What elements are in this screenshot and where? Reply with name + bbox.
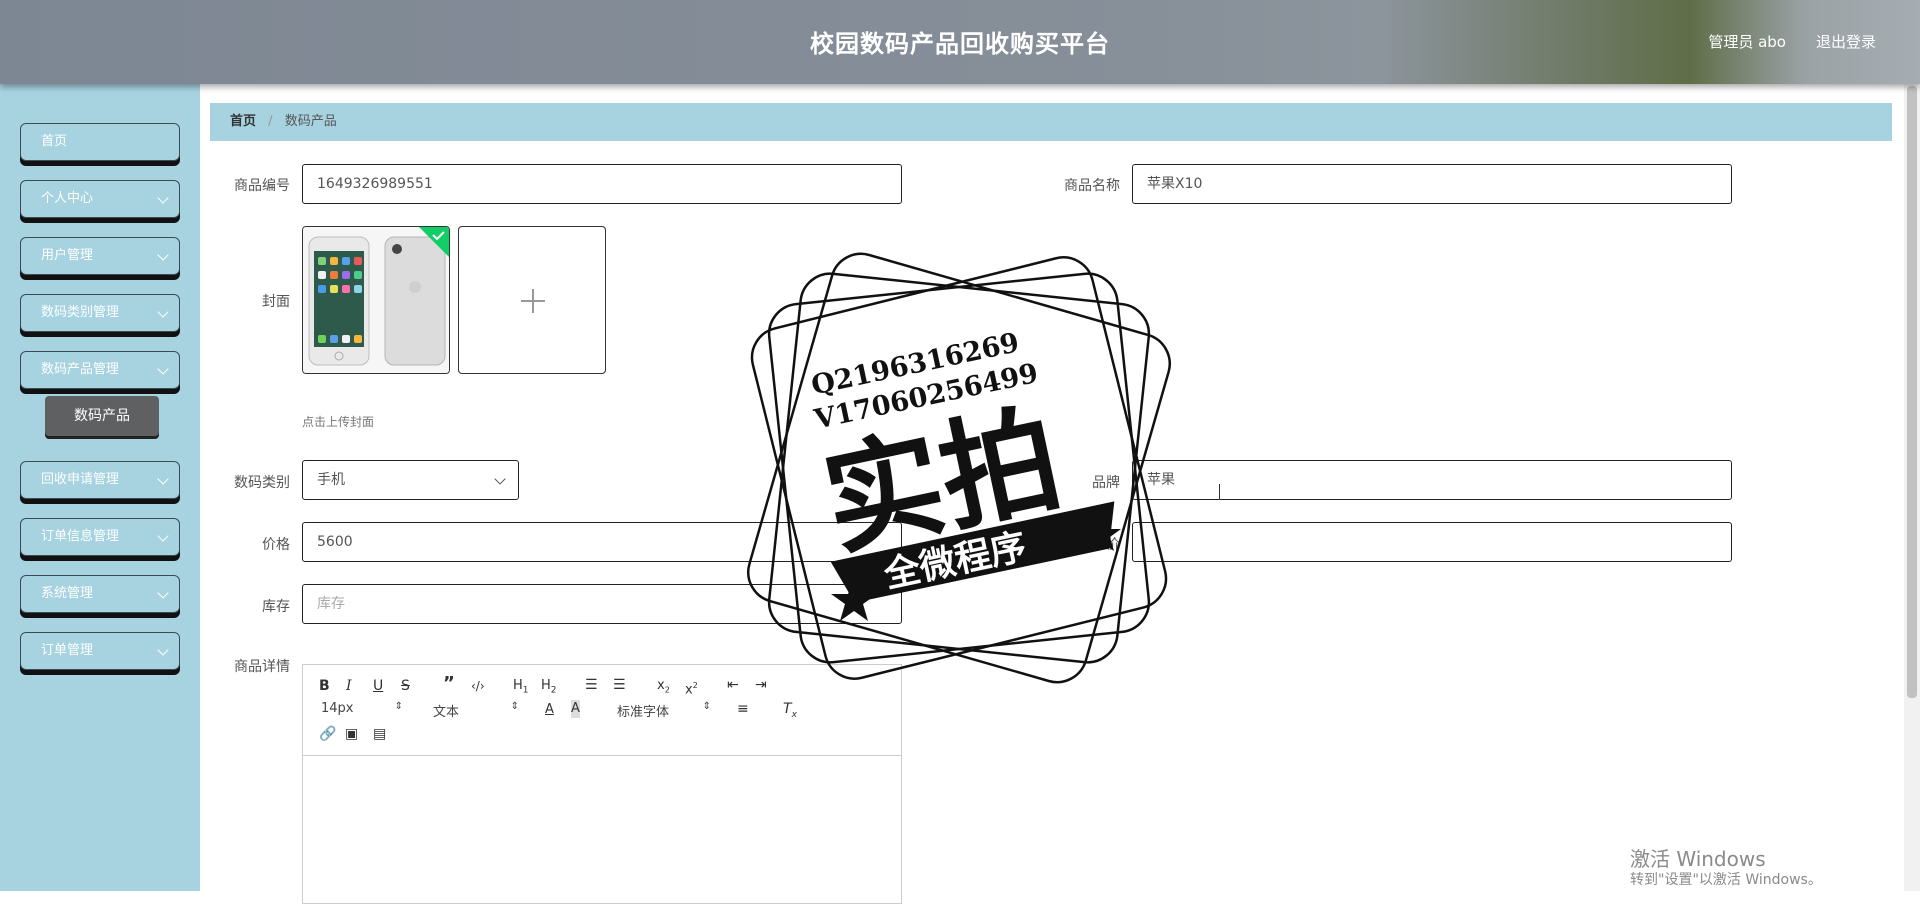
video-icon[interactable]: ▤	[373, 725, 386, 743]
sidebar-item-order-info-management[interactable]: 订单信息管理	[20, 518, 180, 556]
heading1-icon[interactable]: H1	[513, 677, 529, 700]
sidebar-item-recycle-management[interactable]: 回收申请管理	[20, 461, 180, 499]
sidebar-item-product-management[interactable]: 数码产品管理	[20, 351, 180, 389]
stock-label: 库存	[262, 599, 290, 615]
sidebar: 首页 个人中心 用户管理 数码类别管理 数码产品管理 数码产品 回收申请管理 订…	[0, 84, 200, 891]
brand-label: 品牌	[1092, 475, 1120, 491]
windows-activation-hint: 转到"设置"以激活 Windows。	[1630, 872, 1822, 888]
indent-icon[interactable]: ⇥	[755, 676, 767, 694]
product-id-label: 商品编号	[234, 178, 290, 194]
cover-upload-hint: 点击上传封面	[302, 415, 375, 429]
bullet-list-icon[interactable]: ☰	[613, 676, 626, 694]
logout-button[interactable]: 退出登录	[1816, 31, 1876, 52]
underline-icon[interactable]: U	[373, 677, 383, 695]
background-color-icon[interactable]: A	[571, 700, 580, 718]
sidebar-item-label: 数码产品管理	[41, 362, 120, 377]
editor-toolbar: B I U S ” ‹/› H1 H2 ☰ ☰ x2 x2 ⇤ ⇥ 14px ⇕…	[303, 665, 901, 756]
superscript-icon[interactable]: x2	[685, 677, 698, 699]
price-label: 价格	[262, 537, 290, 553]
submenu-item-products[interactable]: 数码产品	[45, 396, 159, 436]
strikethrough-icon[interactable]: S	[401, 677, 410, 695]
scrollbar-thumb[interactable]	[1907, 86, 1917, 698]
chevron-down-icon	[157, 587, 169, 599]
chevron-down-icon	[157, 644, 169, 656]
ordered-list-icon[interactable]: ☰	[585, 676, 598, 694]
detail-label: 商品详情	[234, 659, 290, 675]
up-down-icon: ⇕	[394, 701, 403, 712]
sidebar-item-label: 订单信息管理	[41, 529, 120, 544]
italic-icon[interactable]: I	[346, 677, 352, 695]
font-family-select[interactable]: 标准字体 ⇕	[617, 701, 711, 720]
unit-price-input[interactable]	[1132, 522, 1732, 562]
page-scrollbar[interactable]	[1904, 84, 1920, 891]
sidebar-item-home[interactable]: 首页	[20, 123, 180, 161]
breadcrumb-separator: /	[268, 114, 273, 129]
clear-format-icon[interactable]: Tx	[783, 700, 797, 724]
format-value: 文本	[433, 705, 460, 720]
format-select[interactable]: 文本 ⇕	[433, 701, 519, 720]
windows-activation-title: 激活 Windows	[1630, 847, 1766, 871]
category-select[interactable]: 手机	[302, 460, 519, 500]
chevron-down-icon	[157, 363, 169, 375]
rich-text-editor: B I U S ” ‹/› H1 H2 ☰ ☰ x2 x2 ⇤ ⇥ 14px ⇕…	[302, 664, 902, 904]
align-icon[interactable]: ≡	[737, 700, 749, 718]
breadcrumb-current: 数码产品	[284, 114, 337, 129]
subscript-icon[interactable]: x2	[657, 677, 670, 700]
up-down-icon: ⇕	[510, 701, 519, 712]
font-family-value: 标准字体	[617, 705, 670, 720]
product-id-input[interactable]: 1649326989551	[302, 164, 902, 204]
sidebar-item-label: 首页	[41, 134, 68, 149]
cover-upload-button[interactable]	[458, 226, 606, 374]
font-size-value: 14px	[321, 701, 354, 716]
sidebar-item-label: 数码类别管理	[41, 305, 120, 320]
watermark-line2: V17060256499	[811, 358, 1041, 436]
sidebar-item-label: 回收申请管理	[41, 472, 120, 487]
outdent-icon[interactable]: ⇤	[727, 676, 739, 694]
image-icon[interactable]: ▣	[345, 725, 358, 743]
breadcrumb-home[interactable]: 首页	[230, 114, 256, 129]
sidebar-item-system-management[interactable]: 系统管理	[20, 575, 180, 613]
font-color-icon[interactable]: A	[545, 701, 554, 719]
sidebar-item-label: 用户管理	[41, 248, 94, 263]
current-user: 管理员 abo	[1708, 33, 1786, 51]
chevron-down-icon	[157, 192, 169, 204]
sidebar-item-user-management[interactable]: 用户管理	[20, 237, 180, 275]
chevron-down-icon	[494, 473, 506, 485]
up-down-icon: ⇕	[702, 701, 711, 712]
category-value: 手机	[317, 472, 345, 488]
breadcrumb: 首页 / 数码产品	[210, 103, 1892, 141]
chevron-down-icon	[157, 530, 169, 542]
stock-input[interactable]: 库存	[302, 584, 902, 624]
sidebar-item-order-management[interactable]: 订单管理	[20, 632, 180, 670]
cover-thumbnail[interactable]	[302, 226, 450, 374]
plus-icon-vertical	[532, 289, 534, 313]
font-size-select[interactable]: 14px ⇕	[321, 701, 403, 716]
sidebar-item-label: 系统管理	[41, 586, 94, 601]
uploaded-check-icon	[419, 227, 449, 257]
code-block-icon[interactable]: ‹/›	[471, 677, 485, 695]
category-label: 数码类别	[234, 475, 290, 491]
sidebar-item-label: 个人中心	[41, 191, 94, 206]
text-cursor	[1219, 484, 1220, 500]
bold-icon[interactable]: B	[319, 677, 330, 695]
brand-input[interactable]: 苹果	[1132, 460, 1732, 500]
blockquote-icon[interactable]: ”	[443, 675, 455, 693]
chevron-down-icon	[157, 306, 169, 318]
sidebar-item-personal-center[interactable]: 个人中心	[20, 180, 180, 218]
chevron-down-icon	[157, 249, 169, 261]
top-header: 校园数码产品回收购买平台 管理员 abo 退出登录	[0, 0, 1920, 84]
watermark-line1: Q2196316269	[809, 327, 1022, 401]
product-name-input[interactable]: 苹果X10	[1132, 164, 1732, 204]
unit-price-label: 单价	[1092, 537, 1120, 553]
product-name-label: 商品名称	[1064, 178, 1120, 194]
price-input[interactable]: 5600	[302, 522, 902, 562]
sidebar-item-category-management[interactable]: 数码类别管理	[20, 294, 180, 332]
cover-label: 封面	[262, 294, 290, 310]
chevron-down-icon	[157, 473, 169, 485]
heading2-icon[interactable]: H2	[541, 677, 557, 700]
watermark-ribbon-text: 全微程序	[879, 525, 1030, 596]
app-title: 校园数码产品回收购买平台	[810, 30, 1110, 58]
sidebar-item-label: 订单管理	[41, 643, 94, 658]
link-icon[interactable]: 🔗	[319, 725, 336, 743]
